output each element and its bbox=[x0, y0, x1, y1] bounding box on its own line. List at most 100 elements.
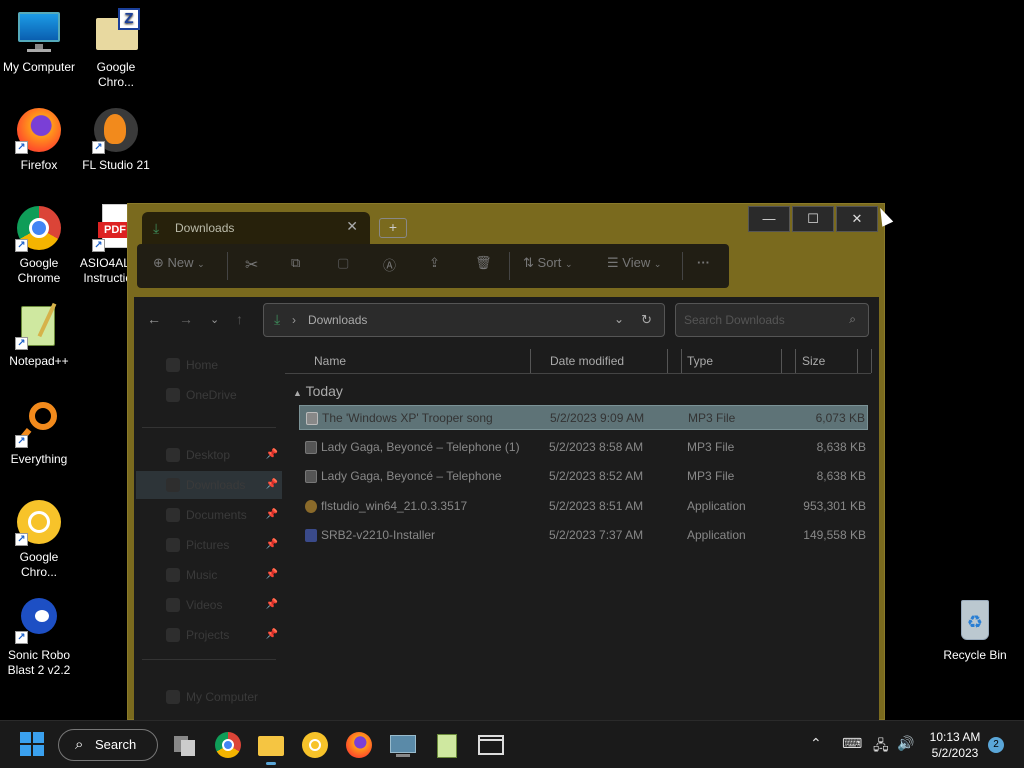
file-row[interactable]: Lady Gaga, Beyoncé – Telephone (1) 5/2/2… bbox=[299, 435, 868, 460]
task-view-icon[interactable] bbox=[172, 732, 198, 758]
column-divider[interactable] bbox=[781, 349, 782, 373]
sort-icon: ⇅ bbox=[523, 255, 534, 270]
file-type: MP3 File bbox=[687, 469, 735, 483]
cut-icon[interactable]: ✂ bbox=[245, 255, 258, 275]
delete-icon[interactable]: 🗑 bbox=[475, 255, 492, 271]
new-tab-button[interactable]: + bbox=[379, 218, 407, 238]
shortcut-arrow-icon: ↗ bbox=[15, 141, 28, 154]
file-type: MP3 File bbox=[687, 440, 735, 454]
column-header-date[interactable]: Date modified bbox=[550, 349, 624, 373]
command-bar: ⊕ New ⌄ ✂ ⧉ ▢ Ⓐ ⇪ 🗑 ⇅ Sort ⌄ ☰ View ⌄ ··… bbox=[137, 244, 729, 288]
sidebar-item-pictures[interactable]: Pictures 📌 bbox=[136, 531, 282, 559]
sort-button[interactable]: ⇅ Sort ⌄ bbox=[523, 255, 573, 271]
sidebar-item-documents[interactable]: Documents 📌 bbox=[136, 501, 282, 529]
desktop-icon-fl-studio[interactable]: ↗ FL Studio 21 bbox=[77, 106, 155, 173]
maximize-button[interactable]: ☐ bbox=[792, 206, 834, 232]
group-header-today[interactable]: ▲ Today bbox=[293, 383, 343, 399]
sidebar-item-onedrive[interactable]: OneDrive bbox=[136, 381, 282, 409]
minimize-button[interactable]: — bbox=[748, 206, 790, 232]
desktop-icon-google-chrome[interactable]: ↗ Google Chrome bbox=[0, 204, 78, 286]
back-arrow-icon[interactable]: ← bbox=[147, 311, 161, 327]
notification-badge[interactable]: 2 bbox=[988, 737, 1004, 753]
desktop-icon-label: FL Studio 21 bbox=[82, 158, 150, 172]
sidebar-item-my-computer[interactable]: My Computer bbox=[136, 683, 282, 711]
sidebar-item-downloads[interactable]: Downloads 📌 bbox=[136, 471, 282, 499]
file-row[interactable]: flstudio_win64_21.0.3.3517 5/2/2023 8:51… bbox=[299, 494, 868, 519]
chrome-canary-taskbar-icon[interactable] bbox=[302, 732, 328, 758]
pin-icon: 📌 bbox=[265, 509, 278, 520]
network-icon[interactable]: 🖧 bbox=[873, 735, 889, 759]
show-hidden-icons-chevron-icon[interactable]: ⌃ bbox=[810, 735, 822, 752]
breadcrumb-downloads[interactable]: Downloads bbox=[308, 313, 367, 327]
shortcut-arrow-icon: ↗ bbox=[15, 337, 28, 350]
desktop-icon-google-chrome-zip[interactable]: Z Google Chro... bbox=[77, 8, 155, 90]
column-divider[interactable] bbox=[871, 349, 872, 373]
remote-desktop-taskbar-icon[interactable] bbox=[390, 732, 416, 758]
file-date: 5/2/2023 7:37 AM bbox=[549, 528, 644, 542]
search-input[interactable] bbox=[684, 313, 834, 327]
desktop-icon-recycle-bin[interactable]: ♻ Recycle Bin bbox=[936, 596, 1014, 663]
recent-locations-chevron-icon[interactable]: ⌄ bbox=[210, 313, 219, 326]
file-row[interactable]: SRB2-v2210-Installer 5/2/2023 7:37 AM Ap… bbox=[299, 523, 868, 548]
desktop-icon-notepadpp[interactable]: ↗ Notepad++ bbox=[0, 302, 78, 369]
file-row[interactable]: The 'Windows XP' Trooper song 5/2/2023 9… bbox=[299, 405, 868, 430]
desktop-icon-google-chrome-canary[interactable]: ↗ Google Chro... bbox=[0, 498, 78, 580]
notepadpp-icon: ↗ bbox=[15, 302, 63, 350]
file-name: Lady Gaga, Beyoncé – Telephone (1) bbox=[321, 440, 520, 454]
chevron-down-icon[interactable]: ⌄ bbox=[614, 312, 624, 326]
column-divider[interactable] bbox=[795, 349, 796, 373]
volume-icon[interactable]: 🔊 bbox=[897, 735, 914, 752]
folder-icon bbox=[166, 628, 180, 642]
file-name: The 'Windows XP' Trooper song bbox=[322, 411, 493, 425]
tab-downloads[interactable]: ⤓ Downloads ✕ bbox=[142, 212, 370, 244]
desktop-icon-everything[interactable]: ↗ Everything bbox=[0, 400, 78, 467]
shortcut-arrow-icon: ↗ bbox=[15, 533, 28, 546]
column-divider[interactable] bbox=[530, 349, 531, 373]
desktop-icon-my-computer[interactable]: My Computer bbox=[0, 8, 78, 75]
sidebar-item-label: Documents bbox=[186, 508, 247, 522]
notepadpp-taskbar-icon[interactable] bbox=[434, 732, 460, 758]
column-header-name[interactable]: Name bbox=[314, 349, 346, 373]
copy-icon[interactable]: ⧉ bbox=[291, 255, 300, 271]
desktop-icon-sonic-robo-blast[interactable]: ↗ Sonic Robo Blast 2 v2.2 bbox=[0, 596, 78, 678]
keyboard-icon[interactable]: ⌨ bbox=[842, 735, 862, 752]
new-button[interactable]: ⊕ New ⌄ bbox=[153, 255, 205, 271]
address-bar[interactable]: ⤓ › Downloads ⌄ ↻ bbox=[263, 303, 665, 337]
share-icon[interactable]: ⇪ bbox=[429, 255, 440, 271]
taskbar-search-button[interactable]: ⌕ Search bbox=[58, 729, 158, 761]
close-button[interactable]: ✕ bbox=[836, 206, 878, 232]
column-divider[interactable] bbox=[667, 349, 668, 373]
column-divider[interactable] bbox=[681, 349, 682, 373]
sidebar-item-home[interactable]: Home bbox=[136, 351, 282, 379]
more-options-icon[interactable]: ··· bbox=[697, 255, 710, 270]
refresh-icon[interactable]: ↻ bbox=[641, 312, 652, 328]
rename-icon[interactable]: Ⓐ bbox=[383, 255, 396, 274]
mp3-icon bbox=[305, 470, 317, 483]
search-box[interactable]: ⌕ bbox=[675, 303, 869, 337]
chrome-taskbar-icon[interactable] bbox=[215, 732, 241, 758]
sidebar-item-label: My Computer bbox=[186, 690, 259, 704]
toolbar-divider bbox=[682, 252, 683, 280]
home-icon bbox=[166, 358, 180, 372]
desktop-icon-label: Google Chro... bbox=[19, 550, 59, 579]
column-divider[interactable] bbox=[857, 349, 858, 373]
start-button[interactable] bbox=[20, 732, 46, 758]
file-explorer-taskbar-icon[interactable] bbox=[258, 732, 284, 765]
firefox-taskbar-icon[interactable] bbox=[346, 732, 372, 758]
sidebar-item-projects[interactable]: Projects 📌 bbox=[136, 621, 282, 649]
file-row[interactable]: Lady Gaga, Beyoncé – Telephone 5/2/2023 … bbox=[299, 464, 868, 489]
paste-icon[interactable]: ▢ bbox=[337, 255, 349, 271]
clock[interactable]: 10:13 AM 5/2/2023 bbox=[920, 729, 990, 761]
sidebar-item-music[interactable]: Music 📌 bbox=[136, 561, 282, 589]
forward-arrow-icon[interactable]: → bbox=[179, 311, 193, 327]
column-header-size[interactable]: Size bbox=[802, 349, 825, 373]
close-tab-icon[interactable]: ✕ bbox=[346, 218, 358, 235]
desktop-icon-firefox[interactable]: ↗ Firefox bbox=[0, 106, 78, 173]
up-arrow-icon[interactable]: ↑ bbox=[236, 311, 243, 327]
column-header-type[interactable]: Type bbox=[687, 349, 713, 373]
sidebar-item-videos[interactable]: Videos 📌 bbox=[136, 591, 282, 619]
sidebar-item-desktop[interactable]: Desktop 📌 bbox=[136, 441, 282, 469]
view-button[interactable]: ☰ View ⌄ bbox=[607, 255, 661, 271]
window-taskbar-icon[interactable] bbox=[478, 732, 504, 758]
file-size: 8,638 KB bbox=[816, 469, 866, 483]
